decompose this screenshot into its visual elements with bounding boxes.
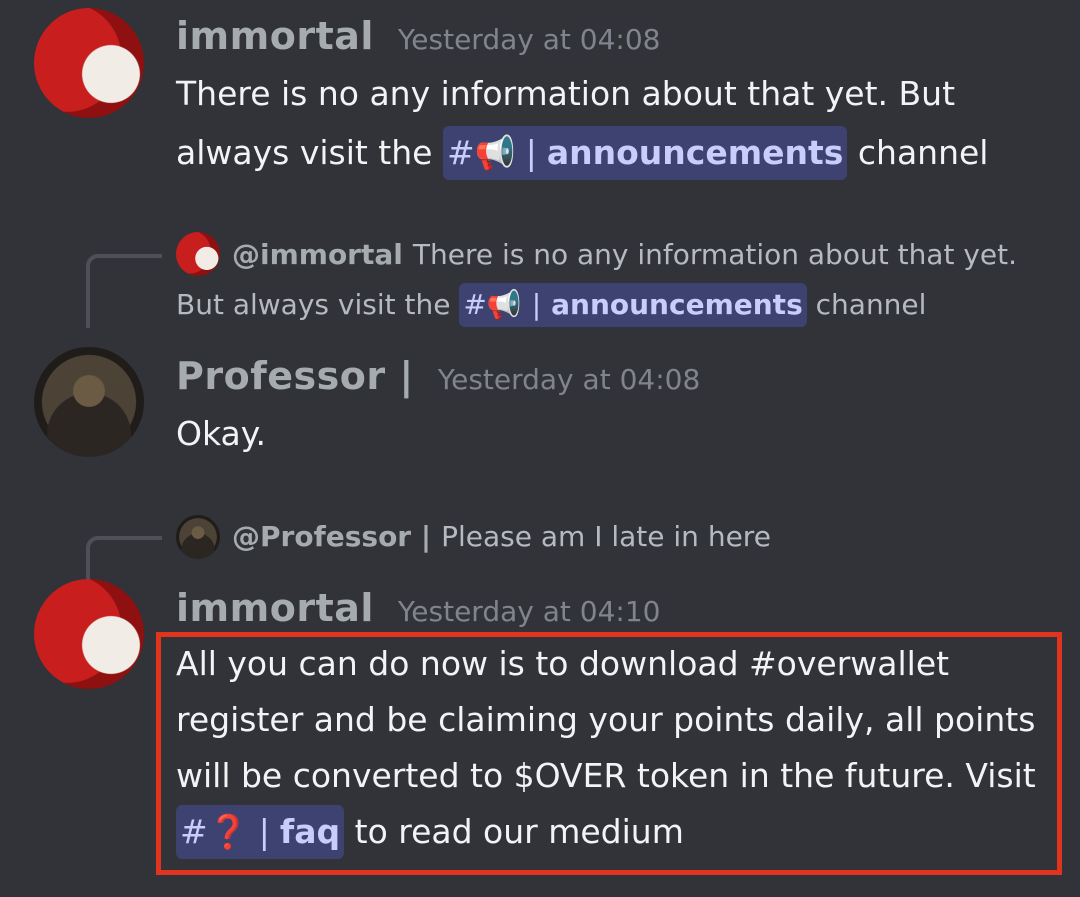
message-header: Professor | Yesterday at 04:08 <box>176 354 700 398</box>
megaphone-icon: 📢 <box>486 288 522 321</box>
channel-mention-announcements[interactable]: #📢 | announcements <box>442 126 848 180</box>
timestamp: Yesterday at 04:08 <box>397 23 661 56</box>
author-name[interactable]: immortal <box>176 586 374 630</box>
reply-connector <box>86 254 162 328</box>
megaphone-icon: 📢 <box>474 133 516 172</box>
timestamp: Yesterday at 04:10 <box>397 595 661 628</box>
author-name[interactable]: immortal <box>176 14 374 58</box>
reply-mention[interactable]: @immortal <box>232 238 403 271</box>
message-line: always visit the #📢 | announcements channe… <box>176 123 988 182</box>
timestamp: Yesterday at 04:08 <box>437 363 701 396</box>
message-header: immortal Yesterday at 04:10 <box>176 586 660 630</box>
message-line: There is no any information about that y… <box>176 74 956 113</box>
reply-mention[interactable]: @Professor | <box>232 520 431 553</box>
reply-preview[interactable]: @immortal There is no any information abo… <box>176 230 1017 330</box>
reply-preview[interactable]: @Professor | Please am I late in here <box>176 512 771 562</box>
avatar-professor[interactable] <box>34 347 144 457</box>
message-header: immortal Yesterday at 04:08 <box>176 14 660 58</box>
channel-mention-announcements[interactable]: #📢 | announcements <box>459 283 807 327</box>
message-content: Okay. <box>176 414 267 453</box>
avatar-immortal[interactable] <box>34 8 144 118</box>
avatar-immortal[interactable] <box>34 579 144 689</box>
author-name[interactable]: Professor | <box>176 354 414 398</box>
highlight-box <box>156 632 1062 875</box>
message-content: There is no any information about that y… <box>176 64 988 182</box>
